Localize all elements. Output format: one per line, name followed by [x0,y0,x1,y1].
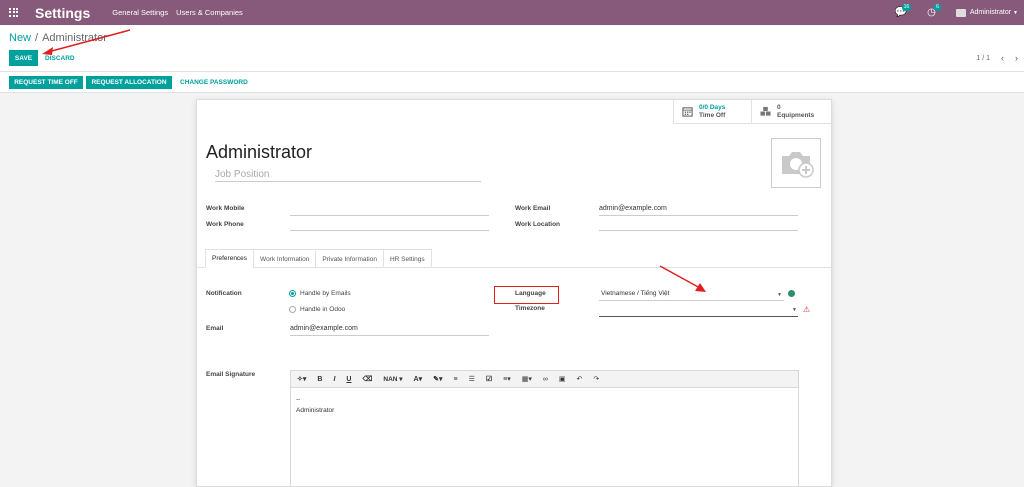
editor-content[interactable]: -- Administrator [291,388,798,422]
redo-icon[interactable]: ↷ [593,375,599,383]
warning-icon: ⚠ [803,305,811,314]
table-icon[interactable]: ▦▾ [522,375,532,383]
tab-work-information[interactable]: Work Information [253,249,317,268]
breadcrumb-separator: / [35,32,39,44]
signature-line: -- [296,396,301,403]
breadcrumb-parent[interactable]: New [9,32,31,44]
equipment-label: Equipments [777,111,815,119]
timezone-label: Timezone [515,305,545,312]
magic-style-icon[interactable]: ✧▾ [297,375,306,383]
language-label: Language [515,290,546,297]
undo-icon[interactable]: ↶ [577,375,583,383]
paragraph-align-icon[interactable]: ≡▾ [503,375,511,383]
menu-general-settings[interactable]: General Settings [112,8,168,17]
signature-editor[interactable]: ✧▾ B I U ⌫ NAN ▾ A▾ ✎▾ ≡ ☰ ☑ ≡▾ ▦▾ ∞ ▣ ↶… [290,370,799,487]
radio-selected-icon [289,290,296,297]
control-panel: New / Administrator SAVE DISCARD 1 / 1 ‹ › [0,25,1024,72]
link-icon[interactable]: ∞ [543,376,548,383]
work-phone-label: Work Phone [206,221,244,228]
messages-icon[interactable]: 💬 16 [895,4,912,18]
job-position-input[interactable]: Job Position [215,169,481,182]
chevron-left-icon[interactable]: ‹ [1001,53,1004,63]
email-label: Email [206,325,224,332]
equipment-count: 0 [777,103,781,111]
form-header: REQUEST TIME OFF REQUEST ALLOCATION CHAN… [0,72,1024,93]
tab-preferences[interactable]: Preferences [205,249,255,268]
eraser-icon[interactable]: ⌫ [362,375,372,383]
user-name: Administrator [969,9,1012,16]
work-phone-field[interactable] [290,230,489,231]
activities-count-badge: 6 [934,4,941,11]
discard-button[interactable]: DISCARD [45,55,75,62]
radio-unselected-icon [289,306,296,313]
request-time-off-button[interactable]: REQUEST TIME OFF [9,76,83,89]
tab-private-information[interactable]: Private Information [315,249,384,268]
change-password-button[interactable]: CHANGE PASSWORD [180,79,248,86]
font-size-value: NAN [383,376,398,383]
save-button[interactable]: SAVE [9,50,38,66]
work-location-field[interactable] [599,230,798,231]
radio-label: Handle in Odoo [300,306,346,313]
email-field[interactable]: admin@example.com [290,325,358,332]
activities-icon[interactable]: ◷ 6 [927,4,941,18]
chevron-right-icon[interactable]: › [1015,53,1018,63]
pager-value[interactable]: 1 / 1 [976,55,990,62]
image-icon[interactable]: ▣ [559,375,566,383]
tab-hr-settings[interactable]: HR Settings [382,249,432,268]
cubes-icon [760,106,771,116]
user-menu[interactable]: Administrator ▼ [955,8,1018,17]
notification-label: Notification [206,290,242,297]
breadcrumb-current: Administrator [42,32,107,44]
top-navbar: Settings General Settings Users & Compan… [0,0,1024,25]
email-underline [290,335,489,336]
calendar-icon [682,107,693,117]
language-dropdown-caret-icon[interactable]: ▼ [777,292,782,298]
work-mobile-label: Work Mobile [206,205,245,212]
messages-count-badge: 16 [901,4,912,11]
font-color-icon[interactable]: A▾ [414,375,423,383]
timezone-select[interactable] [599,316,798,317]
employee-name[interactable]: Administrator [206,142,312,163]
paint-brush-icon[interactable]: ✎▾ [433,375,442,383]
language-underline [599,300,784,301]
work-mobile-field[interactable] [290,215,489,216]
avatar [955,8,966,17]
radio-handle-by-emails[interactable]: Handle by Emails [289,290,351,297]
email-signature-label: Email Signature [206,371,256,378]
font-size-dropdown[interactable]: NAN ▾ [383,375,402,383]
camera-add-icon [782,152,814,178]
time-off-smart-button[interactable]: 0/0 Days Time Off [673,100,751,124]
work-email-label: Work Email [515,205,551,212]
signature-line: Administrator [296,407,335,414]
bold-icon[interactable]: B [317,376,322,383]
unordered-list-icon[interactable]: ≡ [454,376,458,383]
checklist-icon[interactable]: ☑ [486,375,492,383]
work-email-field[interactable]: admin@example.com [599,205,667,212]
apps-grid-icon[interactable] [9,7,19,18]
italic-icon[interactable]: I [333,376,335,383]
editor-toolbar: ✧▾ B I U ⌫ NAN ▾ A▾ ✎▾ ≡ ☰ ☑ ≡▾ ▦▾ ∞ ▣ ↶… [291,371,798,388]
work-email-underline [599,215,798,216]
app-title[interactable]: Settings [35,5,90,21]
time-off-value: 0/0 Days [699,103,726,111]
form-sheet: 0/0 Days Time Off 0 Equipments Administr… [196,99,833,487]
language-select[interactable]: Vietnamese / Tiếng Việt [601,290,669,297]
underline-icon[interactable]: U [346,376,351,383]
timezone-dropdown-caret-icon[interactable]: ▼ [792,307,797,313]
time-off-label: Time Off [699,111,726,119]
work-location-label: Work Location [515,221,561,228]
breadcrumb: New / Administrator [9,32,107,44]
request-allocation-button[interactable]: REQUEST ALLOCATION [86,76,172,89]
notebook-tabs: Preferences Work Information Private Inf… [205,249,432,268]
equipment-smart-button[interactable]: 0 Equipments [751,100,833,124]
photo-upload[interactable] [771,138,821,188]
menu-users-companies[interactable]: Users & Companies [176,8,243,17]
chevron-down-icon: ▼ [1013,9,1018,16]
radio-handle-in-odoo[interactable]: Handle in Odoo [289,306,345,313]
globe-icon[interactable] [788,290,795,297]
radio-label: Handle by Emails [300,290,351,297]
ordered-list-icon[interactable]: ☰ [469,375,475,383]
